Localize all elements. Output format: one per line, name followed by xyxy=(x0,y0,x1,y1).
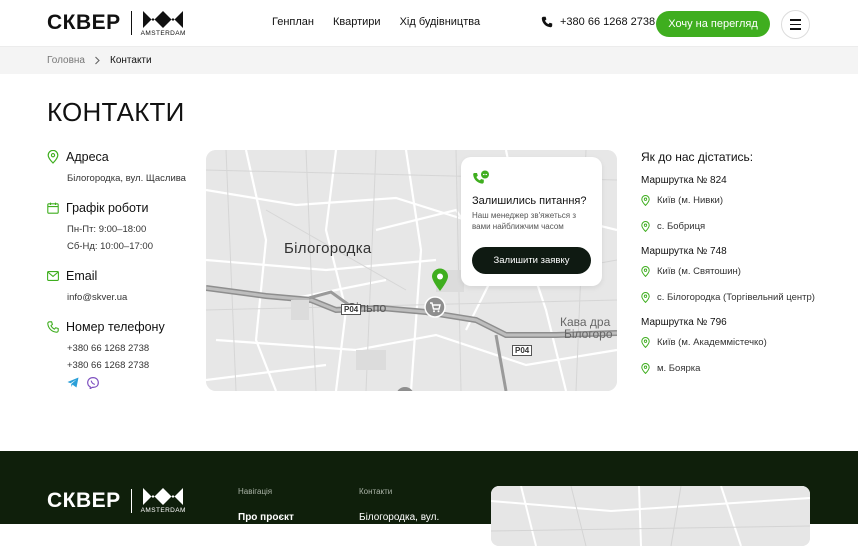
route-from-label: Київ (м. Нивки) xyxy=(657,195,723,206)
chevron-right-icon xyxy=(95,56,100,65)
route-stop-from: Київ (м. Нивки) xyxy=(641,194,841,207)
location-pin-icon xyxy=(47,150,59,164)
footer-contacts-label: Контакти xyxy=(359,487,393,496)
map-town-label: Білогородка xyxy=(284,240,372,257)
route-stop-from: Київ (м. Святошин) xyxy=(641,265,841,278)
phone-icon xyxy=(47,321,59,333)
page-title: КОНТАКТИ xyxy=(47,97,185,127)
schedule-block: Графік роботи Пн-Пт: 9:00–18:00 Сб-Нд: 1… xyxy=(47,201,197,255)
footer-logo-subtitle: AMSTERDAM xyxy=(140,507,186,514)
route-to-label: с. Білогородка (Торгівельний центр) xyxy=(657,292,815,303)
map-poi-icon xyxy=(397,387,413,391)
route-item: Маршрутка № 824 Київ (м. Нивки) с. Бобри… xyxy=(641,175,841,233)
phone-block: Номер телефону +380 66 1268 2738 +380 66… xyxy=(47,320,197,389)
hamburger-icon-bar xyxy=(790,28,801,30)
hamburger-icon-bar xyxy=(790,19,801,21)
route-to-label: м. Боярка xyxy=(657,363,701,374)
viewing-request-button[interactable]: Хочу на перегляд xyxy=(656,11,770,37)
map-marker-icon[interactable] xyxy=(431,268,449,292)
location-pin-icon xyxy=(641,195,650,206)
phone-chat-icon xyxy=(473,170,489,184)
nav-construction[interactable]: Хід будівництва xyxy=(400,16,481,28)
route-to-label: с. Бобриця xyxy=(657,221,706,232)
footer-map-tiles xyxy=(491,486,810,546)
map-cafe-label-2: Білогоро xyxy=(564,327,613,341)
routes-title: Як до нас дістатись: xyxy=(641,150,754,164)
map-road-label-1: P04 xyxy=(341,304,362,315)
main-nav: Генплан Квартири Хід будівництва xyxy=(272,16,480,28)
location-pin-icon xyxy=(641,266,650,277)
location-pin-icon xyxy=(641,363,650,374)
route-name: Маршрутка № 748 xyxy=(641,246,727,257)
route-name: Маршрутка № 824 xyxy=(641,175,727,186)
logo[interactable]: СКВЕР AMSTERDAM xyxy=(47,10,186,37)
nav-apartments[interactable]: Квартири xyxy=(333,16,381,28)
callback-text: Наш менеджер зв'яжеться з вами найближчи… xyxy=(472,211,577,231)
route-stop-from: Київ (м. Академмістечко) xyxy=(641,336,841,349)
route-from-label: Київ (м. Святошин) xyxy=(657,266,741,277)
map-road-label-2: P04 xyxy=(512,345,533,356)
header-phone-number: +380 66 1268 2738 xyxy=(560,16,656,28)
logo-divider xyxy=(130,11,132,35)
route-item: Маршрутка № 796 Київ (м. Академмістечко)… xyxy=(641,317,841,375)
footer-nav-column: Навігація Про проєкт xyxy=(238,487,294,524)
address-block: Адреса Білогородка, вул. Щаслива xyxy=(47,150,197,187)
breadcrumb-home[interactable]: Головна xyxy=(47,55,85,66)
footer-logo[interactable]: СКВЕР AMSTERDAM xyxy=(47,487,186,514)
footer-contacts-column: Контакти Білогородка, вул. Щаслива xyxy=(359,487,469,524)
route-stop-to: с. Білогородка (Торгівельний центр) xyxy=(641,291,841,304)
footer-address: Білогородка, вул. Щаслива xyxy=(359,512,440,523)
callback-title: Залишились питання? xyxy=(472,195,587,207)
schedule-label: Графік роботи xyxy=(66,201,149,215)
site-header: СКВЕР AMSTERDAM Генплан Квартири Хід буд… xyxy=(0,0,858,47)
callback-card: Залишились питання? Наш менеджер зв'яжет… xyxy=(461,157,602,286)
viber-icon[interactable] xyxy=(87,377,99,389)
header-phone[interactable]: +380 66 1268 2738 xyxy=(541,16,655,28)
routes-section: Як до нас дістатись: Маршрутка № 824 Киї… xyxy=(641,150,841,388)
logo-subtitle: AMSTERDAM xyxy=(140,29,186,37)
footer-map[interactable] xyxy=(491,486,810,546)
amsterdam-mark-icon xyxy=(143,488,184,505)
email-label: Email xyxy=(66,269,98,283)
route-name: Маршрутка № 796 xyxy=(641,317,727,328)
footer-logo-wordmark: СКВЕР xyxy=(47,488,121,512)
address-label: Адреса xyxy=(66,150,109,164)
route-stop-to: с. Бобриця xyxy=(641,220,841,233)
hamburger-icon-bar xyxy=(790,23,801,26)
telegram-icon[interactable] xyxy=(67,377,79,388)
amsterdam-mark-icon xyxy=(143,10,184,28)
schedule-weekdays: Пн-Пт: 9:00–18:00 xyxy=(67,224,147,235)
route-stop-to: м. Боярка xyxy=(641,362,841,375)
footer-nav-link[interactable]: Про проєкт xyxy=(238,512,294,524)
location-pin-icon xyxy=(641,337,650,348)
footer-logo-mark: AMSTERDAM xyxy=(141,487,186,514)
breadcrumb: Головна Контакти xyxy=(0,47,858,74)
leave-request-button[interactable]: Залишити заявку xyxy=(472,247,591,274)
menu-button[interactable] xyxy=(781,10,810,39)
shopping-cart-icon xyxy=(424,296,446,318)
phone-number-2[interactable]: +380 66 1268 2738 xyxy=(47,357,197,374)
schedule-weekend: Сб-Нд: 10:00–17:00 xyxy=(67,241,153,252)
breadcrumb-current: Контакти xyxy=(110,55,152,66)
calendar-icon xyxy=(47,202,59,214)
address-value: Білогородка, вул. Щаслива xyxy=(67,173,186,184)
phone-label: Номер телефону xyxy=(66,320,165,334)
mail-icon xyxy=(47,271,59,281)
logo-mark: AMSTERDAM xyxy=(141,10,186,37)
route-from-label: Київ (м. Академмістечко) xyxy=(657,337,767,348)
email-link[interactable]: info@skver.ua xyxy=(47,289,197,306)
nav-genplan[interactable]: Генплан xyxy=(272,16,314,28)
route-item: Маршрутка № 748 Київ (м. Святошин) с. Бі… xyxy=(641,246,841,304)
location-pin-icon xyxy=(641,292,650,303)
footer-logo-divider xyxy=(130,488,132,513)
footer-nav-label: Навігація xyxy=(238,487,273,496)
phone-number-1[interactable]: +380 66 1268 2738 xyxy=(47,340,197,357)
phone-icon xyxy=(541,16,553,28)
logo-wordmark: СКВЕР xyxy=(47,11,121,34)
contact-info: Адреса Білогородка, вул. Щаслива Графік … xyxy=(47,150,197,403)
location-pin-icon xyxy=(641,221,650,232)
email-block: Email info@skver.ua xyxy=(47,269,197,306)
